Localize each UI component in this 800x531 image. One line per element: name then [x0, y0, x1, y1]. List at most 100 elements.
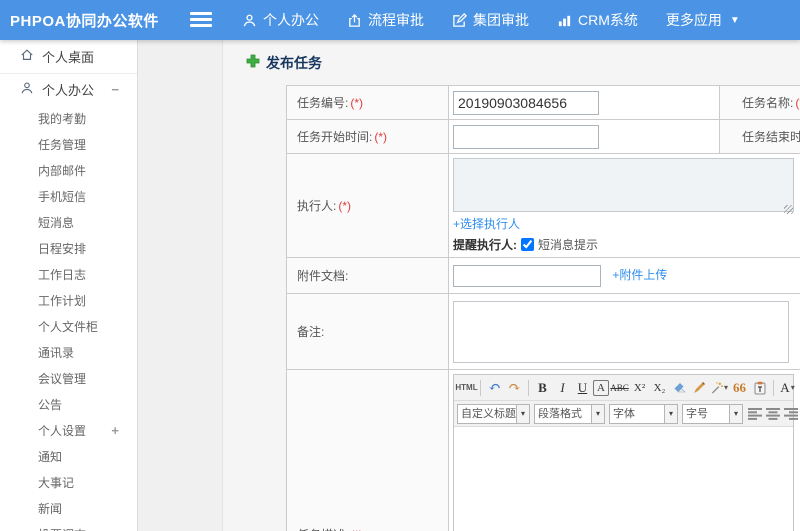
- align-center-button[interactable]: [766, 407, 781, 420]
- task-number-label: 任务编号: (*): [286, 85, 449, 120]
- row-task-start: 任务开始时间:(*) 任务结束时间:(*): [286, 119, 800, 154]
- sidebar-menu: 我的考勤 任务管理 内部邮件 手机短信 短消息 日程安排 工作日志 工作计划 个…: [0, 104, 137, 531]
- resize-grip-icon[interactable]: [784, 205, 793, 214]
- attachment-input[interactable]: [453, 264, 601, 287]
- sidebar-item-work-log[interactable]: 工作日志: [0, 262, 137, 288]
- bar-chart-icon: [557, 13, 572, 28]
- sidebar-item-announcement[interactable]: 公告: [0, 392, 137, 418]
- attachment-upload-link[interactable]: +附件上传: [612, 268, 667, 282]
- nav-workflow-approval[interactable]: 流程审批: [333, 0, 438, 40]
- editor-toolbar-row1: HTML ↶ ↷ B I U A ABC X² X₂ ▾ 66 A ▾: [454, 375, 795, 401]
- sidebar-item-contacts[interactable]: 通讯录: [0, 340, 137, 366]
- sidebar-item-task-management[interactable]: 任务管理: [0, 132, 137, 158]
- rich-text-editor: HTML ↶ ↷ B I U A ABC X² X₂ ▾ 66 A ▾ 自定义标…: [453, 374, 798, 531]
- app-logo: PHPOA协同办公软件: [10, 12, 159, 30]
- row-task-number: 任务编号:(*) 任务名称:(*): [286, 85, 800, 120]
- custom-title-select[interactable]: 自定义标题 ▾: [457, 403, 530, 424]
- clipboard-icon: [754, 381, 765, 394]
- subscript-button[interactable]: X₂: [650, 378, 669, 398]
- align-left-icon: [748, 407, 762, 420]
- user-icon: [242, 13, 257, 28]
- align-center-icon: [766, 407, 780, 420]
- sidebar-item-schedule[interactable]: 日程安排: [0, 236, 137, 262]
- sidebar-item-internal-mail[interactable]: 内部邮件: [0, 158, 137, 184]
- align-right-button[interactable]: [784, 407, 799, 420]
- collapse-icon[interactable]: −: [111, 82, 119, 97]
- user-icon: [20, 81, 34, 98]
- row-description: 任务描述:(*) HTML ↶ ↷ B I U: [286, 369, 800, 531]
- chevron-down-icon[interactable]: ▾: [517, 403, 530, 424]
- bold-button[interactable]: B: [533, 378, 552, 398]
- note-label: 备注:: [286, 293, 449, 370]
- sms-tip-label: 短消息提示: [538, 238, 599, 252]
- sidebar-item-attendance[interactable]: 我的考勤: [0, 106, 137, 132]
- undo-button[interactable]: ↶: [485, 378, 504, 398]
- underline-button[interactable]: U: [573, 378, 592, 398]
- text-color-button[interactable]: A ▾: [778, 378, 797, 398]
- row-note: 备注:: [286, 293, 800, 370]
- sidebar-item-notice[interactable]: 通知: [0, 444, 137, 470]
- task-start-label: 任务开始时间: (*): [286, 119, 449, 154]
- executor-textarea[interactable]: [453, 158, 794, 212]
- share-icon: [347, 13, 362, 28]
- html-source-button[interactable]: HTML: [455, 378, 477, 398]
- nav-group-approval[interactable]: 集团审批: [438, 0, 543, 40]
- superscript-button[interactable]: X²: [630, 378, 649, 398]
- align-right-icon: [784, 407, 798, 420]
- auto-typeset-button[interactable]: ▾: [710, 378, 729, 398]
- font-size-select[interactable]: 字号 ▾: [682, 403, 743, 424]
- strikethrough-button[interactable]: ABC: [610, 378, 629, 398]
- top-nav: 个人办公 流程审批 集团审批 CRM系统 更多应用 ▼: [228, 0, 754, 40]
- sidebar-item-mobile-sms[interactable]: 手机短信: [0, 184, 137, 210]
- sidebar-item-memorabilia[interactable]: 大事记: [0, 470, 137, 496]
- content-panel: 发布任务 任务编号:(*) 任务名称:(*) 任务开始时间:(*): [222, 40, 800, 531]
- sidebar-item-desktop[interactable]: 个人桌面: [0, 40, 137, 74]
- editor-content-area[interactable]: [454, 427, 793, 531]
- format-brush-button[interactable]: [690, 378, 709, 398]
- chevron-down-icon[interactable]: ▾: [592, 403, 605, 424]
- task-number-input[interactable]: [453, 90, 599, 115]
- chevron-down-icon[interactable]: ▾: [665, 403, 678, 424]
- chevron-down-icon[interactable]: ▾: [730, 403, 743, 424]
- expand-icon[interactable]: +: [111, 418, 119, 444]
- task-form: 任务编号:(*) 任务名称:(*) 任务开始时间:(*) 任务结束时间:(: [286, 85, 800, 531]
- task-end-label: 任务结束时间:(*): [719, 119, 800, 154]
- choose-executor-link[interactable]: +选择执行人: [453, 217, 520, 231]
- paste-text-button[interactable]: [750, 378, 769, 398]
- menu-toggle-icon[interactable]: [190, 12, 212, 28]
- sms-tip-checkbox[interactable]: [521, 238, 534, 251]
- attachment-label: 附件文档:: [286, 257, 449, 294]
- sidebar-item-vote[interactable]: 投票调查: [0, 522, 137, 531]
- blockquote-button[interactable]: 66: [730, 378, 749, 398]
- home-icon: [20, 48, 34, 65]
- sidebar-item-news[interactable]: 新闻: [0, 496, 137, 522]
- font-family-select[interactable]: 字体 ▾: [609, 403, 678, 424]
- page-title: 发布任务: [246, 53, 322, 73]
- editor-toolbar-row2: 自定义标题 ▾ 段落格式 ▾ 字体 ▾ 字号 ▾: [454, 401, 798, 427]
- nav-crm-system[interactable]: CRM系统: [543, 0, 652, 40]
- nav-more-apps[interactable]: 更多应用 ▼: [652, 0, 754, 40]
- sidebar-item-file-cabinet[interactable]: 个人文件柜: [0, 314, 137, 340]
- task-start-input[interactable]: [453, 124, 599, 149]
- brush-icon: [694, 382, 705, 393]
- task-name-label: 任务名称:(*): [719, 85, 800, 120]
- paragraph-format-select[interactable]: 段落格式 ▾: [534, 403, 605, 424]
- redo-button[interactable]: ↷: [505, 378, 524, 398]
- font-style-button[interactable]: A: [593, 379, 609, 396]
- sidebar-item-short-message[interactable]: 短消息: [0, 210, 137, 236]
- nav-personal-office[interactable]: 个人办公: [228, 0, 333, 40]
- sidebar-item-personal-settings[interactable]: 个人设置 +: [0, 418, 137, 444]
- main-area: 发布任务 任务编号:(*) 任务名称:(*) 任务开始时间:(*): [138, 40, 800, 531]
- align-left-button[interactable]: [748, 407, 763, 420]
- sidebar-item-work-plan[interactable]: 工作计划: [0, 288, 137, 314]
- eraser-button[interactable]: [670, 378, 689, 398]
- sidebar: 个人桌面 个人办公 − 我的考勤 任务管理 内部邮件 手机短信 短消息 日程安排…: [0, 40, 138, 531]
- sidebar-section-personal-office[interactable]: 个人办公 −: [0, 74, 137, 104]
- eraser-icon: [674, 382, 686, 392]
- sidebar-item-meeting[interactable]: 会议管理: [0, 366, 137, 392]
- executor-label: 执行人: (*): [286, 153, 449, 258]
- italic-button[interactable]: I: [553, 378, 572, 398]
- description-label: 任务描述:(*): [286, 369, 449, 531]
- remind-executor-label: 提醒执行人:: [453, 238, 517, 252]
- note-textarea[interactable]: [453, 300, 789, 363]
